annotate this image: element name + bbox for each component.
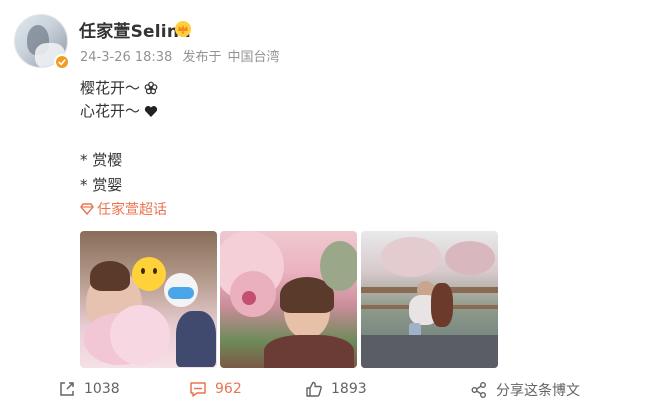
share-icon (471, 382, 486, 398)
verified-badge-icon (54, 54, 70, 70)
crown-icon (175, 21, 191, 37)
post-timestamp[interactable]: 24-3-26 18:38 (80, 50, 172, 65)
post-text-line-1: 樱花开～ (80, 77, 158, 98)
comment-count: 962 (215, 381, 242, 397)
emoji-cover (132, 257, 166, 291)
topic-link[interactable]: 任家萱超话 (80, 199, 167, 219)
post-text: 心花开～ (80, 102, 141, 120)
post-text: 樱花开～ (80, 79, 141, 97)
photo-shape (90, 261, 130, 291)
post-meta: 24-3-26 18:38 发布于 中国台湾 (80, 46, 286, 65)
post-action-bar: 1038 962 1893 分享这条博文 (0, 370, 660, 410)
topic-label: 任家萱超话 (97, 202, 167, 218)
share-label: 分享这条博文 (496, 383, 580, 399)
share-button[interactable]: 分享这条博文 (470, 380, 580, 400)
repost-icon (60, 382, 74, 396)
comment-button[interactable]: 962 (189, 380, 242, 398)
photo-shape (361, 335, 498, 368)
photo-shape (264, 335, 354, 368)
photo-shape (110, 305, 170, 365)
photo-shape (168, 287, 194, 299)
like-count: 1893 (331, 381, 367, 397)
post-text-line-4: * 赏婴 (80, 176, 123, 194)
like-button[interactable]: 1893 (305, 380, 367, 398)
post-text-line-2: 心花开～ (80, 100, 158, 121)
repost-count: 1038 (84, 381, 120, 397)
post-photo-2[interactable] (220, 231, 357, 368)
photo-shape (320, 241, 357, 291)
author-avatar[interactable] (14, 14, 70, 70)
photo-shape (431, 283, 453, 327)
photo-shape (242, 291, 256, 305)
comment-icon (190, 382, 206, 397)
post-source-prefix: 发布于 (182, 50, 222, 65)
post-photo-1[interactable] (80, 231, 217, 368)
post-text-line-3: * 赏樱 (80, 151, 123, 169)
emoji-cover-eye (153, 268, 157, 274)
flower-icon (144, 81, 158, 95)
repost-button[interactable]: 1038 (58, 380, 120, 398)
photo-shape (176, 311, 216, 367)
heart-icon (144, 106, 158, 117)
diamond-topic-icon (80, 203, 94, 216)
like-icon (306, 381, 322, 397)
post-location: 中国台湾 (227, 50, 280, 65)
photo-shape (381, 237, 441, 277)
photo-shape (445, 241, 495, 275)
post-photo-3[interactable] (361, 231, 498, 368)
emoji-cover-eye (141, 268, 145, 274)
